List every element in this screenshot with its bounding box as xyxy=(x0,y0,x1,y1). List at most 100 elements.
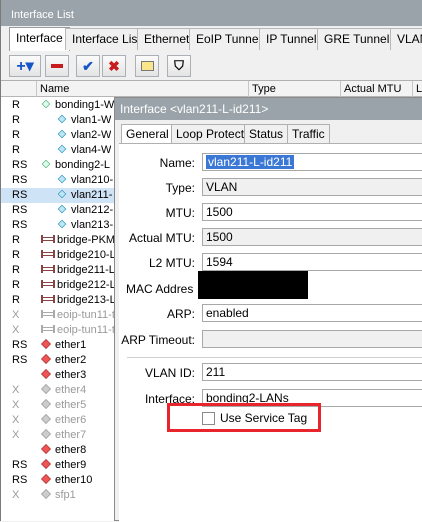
vlan-icon xyxy=(57,219,67,229)
type-label: Type: xyxy=(165,181,195,195)
row-name-cell: vlan4-W xyxy=(57,143,111,158)
row-flag: R xyxy=(12,234,20,246)
general-panel: Name: vlan211-L-id211 Type: VLAN MTU: 15… xyxy=(119,143,422,522)
row-name: ether6 xyxy=(55,414,87,426)
table-header: Name Type Actual MTU L2 xyxy=(1,81,422,97)
toolbar: +▾ ✔ ✖ ⛉ xyxy=(5,52,422,80)
window-title: Interface List xyxy=(1,0,422,26)
tab-bar: Interface Interface List Ethernet EoIP T… xyxy=(1,27,422,51)
row-flag: X xyxy=(12,489,20,501)
row-flag: R xyxy=(12,294,20,306)
dialog-tab-traffic[interactable]: Traffic xyxy=(287,124,330,144)
row-name-cell: eoip-tun11-t xyxy=(41,308,115,323)
tab-eoip-tunnel[interactable]: EoIP Tunnel xyxy=(189,28,269,50)
tab-ip-tunnel[interactable]: IP Tunnel xyxy=(259,28,324,50)
row-flag: X xyxy=(12,429,20,441)
divider xyxy=(127,357,422,358)
l2-column-header[interactable]: L2 xyxy=(413,81,422,97)
name-column-header[interactable]: Name xyxy=(37,81,249,97)
check-icon: ✔ xyxy=(82,57,94,74)
row-name-cell: sfp1 xyxy=(41,488,76,503)
mtu-field[interactable]: 1500 xyxy=(202,203,422,221)
vlan-icon xyxy=(57,114,67,124)
comment-icon xyxy=(140,61,154,71)
bridge-icon xyxy=(41,265,55,274)
name-value: vlan211-L-id211 xyxy=(206,155,295,169)
row-flag: RS xyxy=(12,174,28,186)
add-button[interactable]: +▾ xyxy=(9,55,41,77)
ethernet-icon xyxy=(41,414,51,425)
dialog-tab-general[interactable]: General xyxy=(121,124,174,144)
row-name: eoip-tun11-t xyxy=(57,324,115,336)
vlan-id-field[interactable]: 211 xyxy=(202,363,422,381)
type-column-header[interactable]: Type xyxy=(249,81,341,97)
tab-gre-tunnel[interactable]: GRE Tunnel xyxy=(317,28,397,50)
row-name: ether1 xyxy=(55,339,87,351)
vlan-icon xyxy=(57,129,67,139)
row-name-cell: vlan210- xyxy=(57,173,113,188)
row-name-cell: ether9 xyxy=(41,458,86,473)
row-name-cell: ether8 xyxy=(41,443,86,458)
remove-button[interactable] xyxy=(45,55,69,77)
enable-button[interactable]: ✔ xyxy=(76,55,100,77)
filter-button[interactable]: ⛉ xyxy=(167,55,191,77)
row-name-cell: ether3 xyxy=(41,368,86,383)
row-name: bridge212-L xyxy=(57,279,116,291)
row-name: eoip-tun11-t xyxy=(57,309,115,321)
row-name-cell: bridge213-L xyxy=(41,293,116,308)
row-name-cell: ether10 xyxy=(41,473,92,488)
row-flag: RS xyxy=(12,459,28,471)
highlight-box xyxy=(167,403,321,432)
row-name: bridge211-L xyxy=(57,264,115,276)
row-name: bonding2-L xyxy=(55,159,111,171)
l2-mtu-field[interactable]: 1594 xyxy=(202,253,422,271)
filter-icon: ⛉ xyxy=(174,58,184,73)
row-name-cell: bonding2-L xyxy=(41,158,110,173)
dialog-tab-loop-protect[interactable]: Loop Protect xyxy=(171,124,250,144)
row-name-cell: vlan1-W xyxy=(57,113,111,128)
row-flag: X xyxy=(12,414,20,426)
actual-mtu-label: Actual MTU: xyxy=(128,231,195,245)
row-name: ether2 xyxy=(55,354,87,366)
tab-ethernet[interactable]: Ethernet xyxy=(137,28,197,50)
eoip-tunnel-icon xyxy=(41,310,55,319)
tab-vlan[interactable]: VLAN xyxy=(390,28,422,50)
dialog-tab-bar: General Loop Protect Status Traffic xyxy=(121,124,421,144)
row-name-cell: bridge-PKM xyxy=(41,233,115,248)
arp-select[interactable]: enabled xyxy=(202,304,422,322)
ethernet-icon xyxy=(41,354,51,365)
bridge-icon xyxy=(41,280,55,289)
ethernet-icon xyxy=(41,429,51,440)
row-name: vlan211- xyxy=(71,189,113,201)
row-flag: RS xyxy=(12,159,28,171)
actual-mtu-column-header[interactable]: Actual MTU xyxy=(341,81,413,97)
tab-interface-list[interactable]: Interface List xyxy=(65,28,148,50)
row-name: ether4 xyxy=(55,384,87,396)
row-flag: X xyxy=(12,384,20,396)
x-icon: ✖ xyxy=(108,57,120,74)
bridge-icon xyxy=(41,235,55,244)
row-name-cell: vlan211- xyxy=(57,188,112,203)
ethernet-icon xyxy=(41,384,51,395)
tab-interface[interactable]: Interface xyxy=(9,27,70,51)
disable-button[interactable]: ✖ xyxy=(102,55,126,77)
dialog-title: Interface <vlan211-L-id211> xyxy=(115,98,422,120)
row-name-cell: bridge211-L xyxy=(41,263,115,278)
dialog-tab-status[interactable]: Status xyxy=(244,124,289,144)
arp-label: ARP: xyxy=(166,307,195,321)
comment-button[interactable] xyxy=(135,55,159,77)
row-flag: RS xyxy=(12,219,28,231)
row-name: vlan2-W xyxy=(71,129,112,141)
row-name: bridge210-L xyxy=(57,249,116,261)
row-name-cell: ether2 xyxy=(41,353,86,368)
row-flag: R xyxy=(12,279,20,291)
name-field[interactable]: vlan211-L-id211 xyxy=(202,153,422,171)
row-name-cell: bridge212-L xyxy=(41,278,116,293)
arp-timeout-field[interactable] xyxy=(202,330,422,348)
bridge-icon xyxy=(41,295,55,304)
bridge-icon xyxy=(41,250,55,259)
row-name: vlan1-W xyxy=(71,114,112,126)
vlan-id-label: VLAN ID: xyxy=(144,366,195,380)
minus-icon xyxy=(51,64,63,68)
bonding-icon xyxy=(41,99,51,109)
